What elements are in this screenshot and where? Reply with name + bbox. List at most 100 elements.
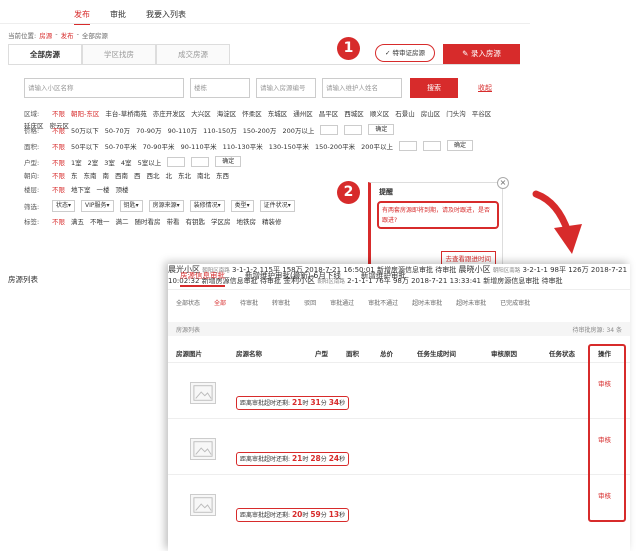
filter-option[interactable]: 50-70万 — [105, 125, 130, 135]
filter-option[interactable]: 南北 — [197, 170, 210, 180]
filter-option[interactable]: 随时看房 — [135, 216, 161, 226]
filter-dropdown[interactable]: 类型▾ — [230, 200, 254, 212]
filter-option[interactable]: 怀柔区 — [242, 108, 262, 118]
filter-option[interactable]: 东城区 — [268, 108, 288, 118]
filter-option[interactable]: 北 — [166, 170, 173, 180]
house-thumbnail[interactable] — [190, 438, 216, 460]
filter-option[interactable]: 130-150平米 — [269, 141, 309, 151]
confirm-button[interactable]: 确定 — [447, 140, 474, 151]
filter-dropdown[interactable]: 装修情况▾ — [189, 200, 225, 212]
filter-option[interactable]: 门头沟 — [446, 108, 466, 118]
filter-option[interactable]: 海淀区 — [217, 108, 237, 118]
tab-sold[interactable]: 成交房源 — [156, 44, 230, 64]
filter-option[interactable]: 150-200平米 — [315, 141, 355, 151]
breadcrumb-link-2[interactable]: 发布 — [61, 30, 74, 40]
filter-option[interactable]: 西 — [134, 170, 141, 180]
filter-option[interactable]: 平谷区 — [472, 108, 492, 118]
filter-option[interactable]: 地下室 — [71, 184, 91, 194]
filter-option[interactable]: 110-150万 — [203, 125, 237, 135]
range-max-input[interactable] — [191, 156, 210, 167]
filter-option[interactable]: 房山区 — [421, 108, 441, 118]
tab-new-maint-latest[interactable]: 新增维护审批(最新)-6月下线 — [245, 270, 341, 287]
name-input[interactable]: 请输入小区名称 — [24, 78, 184, 98]
filter-option[interactable]: 通州区 — [293, 108, 313, 118]
filter-option[interactable]: 不限 — [52, 157, 65, 167]
status-subtab[interactable]: 全部状态 — [176, 298, 200, 307]
view-followup-button[interactable]: 去查看跟进时间 — [440, 251, 496, 265]
collapse-link[interactable]: 收起 — [478, 83, 492, 93]
status-subtab[interactable]: 审批通过 — [330, 298, 354, 307]
filter-option[interactable]: 西南 — [115, 170, 128, 180]
filter-option[interactable]: 不唯一 — [90, 216, 110, 226]
filter-option[interactable]: 50平以下 — [71, 141, 99, 151]
filter-option[interactable]: 50万以下 — [71, 125, 99, 135]
building-input[interactable]: 楼栋 — [190, 78, 250, 98]
filter-option[interactable]: 不限 — [52, 141, 65, 151]
filter-option[interactable]: 东 — [71, 170, 78, 180]
filter-option[interactable]: 石景山 — [395, 108, 415, 118]
status-subtab[interactable]: 超时未审批 — [412, 298, 442, 307]
filter-option[interactable]: 西城区 — [344, 108, 364, 118]
agent-input[interactable]: 请输入维护人姓名 — [322, 78, 402, 98]
range-min-input[interactable] — [167, 156, 186, 167]
search-button[interactable]: 搜索 — [410, 78, 458, 98]
filter-option[interactable]: 不限 — [52, 170, 65, 180]
filter-option[interactable]: 110-130平米 — [223, 141, 263, 151]
filter-option[interactable]: 丰台-草桥南苑 — [105, 108, 146, 118]
close-icon[interactable]: × — [497, 177, 509, 189]
entry-button[interactable]: ✎ 录入房源 — [443, 44, 520, 64]
tab-all[interactable]: 全部房源 — [8, 44, 82, 64]
filter-option[interactable]: 1室 — [71, 157, 82, 167]
filter-dropdown[interactable]: 房源来源▾ — [148, 200, 184, 212]
filter-option[interactable]: 有钥匙 — [186, 216, 206, 226]
filter-option[interactable]: 不限 — [52, 125, 65, 135]
filter-option[interactable]: 70-90平米 — [143, 141, 175, 151]
filter-option[interactable]: 2室 — [88, 157, 99, 167]
filter-option[interactable]: 150-200万 — [243, 125, 277, 135]
filter-option[interactable]: 一楼 — [97, 184, 110, 194]
filter-option[interactable]: 带看 — [167, 216, 180, 226]
filter-option[interactable]: 90-110平米 — [181, 141, 217, 151]
confirm-button[interactable]: 确定 — [368, 124, 395, 135]
recommend-button[interactable]: ✓ 特审证房源 — [375, 44, 435, 62]
range-min-input[interactable] — [320, 124, 339, 135]
filter-option[interactable]: 亦庄开发区 — [153, 108, 186, 118]
filter-option[interactable]: 南 — [103, 170, 110, 180]
filter-dropdown[interactable]: 证件状况▾ — [259, 200, 295, 212]
filter-option[interactable]: 大兴区 — [191, 108, 211, 118]
filter-option[interactable]: 200万以上 — [282, 125, 314, 135]
status-subtab[interactable]: 待审批 — [240, 298, 258, 307]
filter-dropdown[interactable]: 钥匙▾ — [119, 200, 143, 212]
filter-option[interactable]: 昌平区 — [319, 108, 339, 118]
filter-option[interactable]: 东西 — [216, 170, 229, 180]
filter-option[interactable]: 70-90万 — [136, 125, 161, 135]
range-min-input[interactable] — [399, 140, 418, 151]
filter-option[interactable]: 200平以上 — [361, 141, 393, 151]
filter-option[interactable]: 东南 — [84, 170, 97, 180]
filter-dropdown[interactable]: VIP服务▾ — [81, 200, 114, 212]
filter-option[interactable]: 西北 — [147, 170, 160, 180]
filter-option[interactable]: 不限 — [52, 216, 65, 226]
filter-option[interactable]: 顺义区 — [370, 108, 390, 118]
breadcrumb-link-1[interactable]: 房源 — [39, 30, 52, 40]
filter-option[interactable]: 学区房 — [211, 216, 231, 226]
tab-school[interactable]: 学区找房 — [82, 44, 156, 64]
id-input[interactable]: 请输入房源编号 — [256, 78, 316, 98]
tab-new-maint[interactable]: 新增维护审批 — [361, 270, 406, 287]
filter-option[interactable]: 3室 — [104, 157, 115, 167]
range-max-input[interactable] — [423, 140, 442, 151]
filter-option[interactable]: 顶楼 — [116, 184, 129, 194]
house-name[interactable]: 晨晓小区 — [458, 265, 490, 274]
status-subtab[interactable]: 转审批 — [272, 298, 290, 307]
filter-option[interactable]: 不限 — [52, 108, 65, 118]
status-subtab[interactable]: 已完成审批 — [500, 298, 530, 307]
filter-option[interactable]: 不限 — [52, 184, 65, 194]
status-subtab[interactable]: 超时未审批 — [456, 298, 486, 307]
status-subtab[interactable]: 审批不通过 — [368, 298, 398, 307]
filter-option[interactable]: 满五 — [71, 216, 84, 226]
status-subtab[interactable]: 驳回 — [304, 298, 316, 307]
house-thumbnail[interactable] — [190, 494, 216, 516]
filter-option[interactable]: 50-70平米 — [105, 141, 137, 151]
filter-dropdown[interactable]: 状态▾ — [52, 200, 76, 212]
filter-option[interactable]: 5室以上 — [138, 157, 162, 167]
